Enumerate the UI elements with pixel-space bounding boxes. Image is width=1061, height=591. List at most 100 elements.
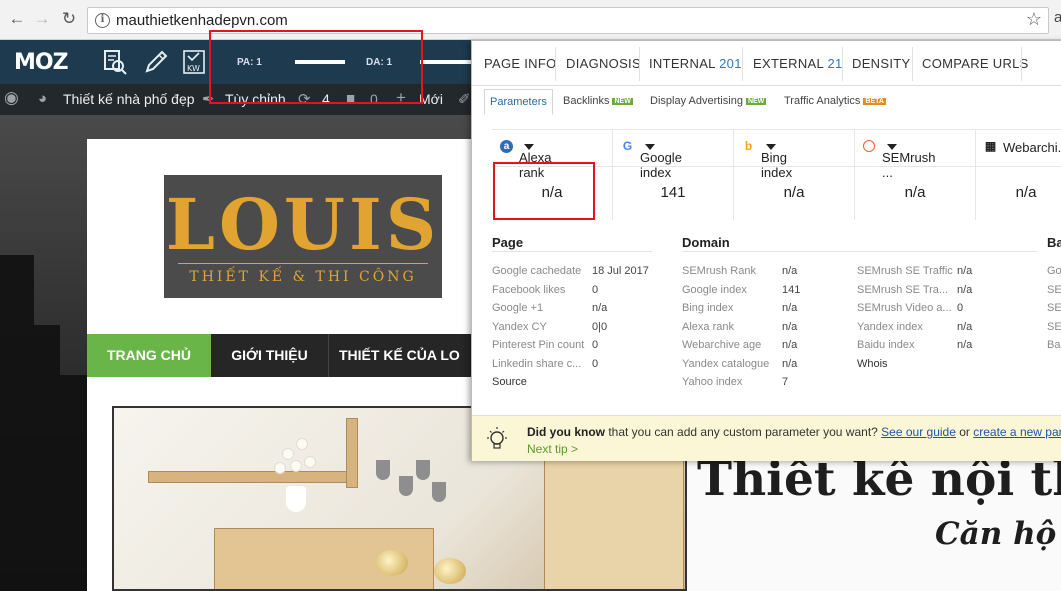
dashboard-icon[interactable]: ◕ bbox=[38, 90, 47, 107]
page-value: 0|0 bbox=[592, 321, 608, 333]
third-key: SEI bbox=[1047, 321, 1061, 333]
domain-key: Alexa rank bbox=[682, 321, 734, 333]
subtab-label: Traffic Analytics bbox=[784, 95, 861, 107]
alexa-icon: a bbox=[500, 140, 513, 153]
highlight-box-alexa bbox=[493, 162, 595, 220]
highlight-pencil-icon[interactable] bbox=[142, 48, 170, 76]
domain-key: Bing index bbox=[682, 302, 734, 314]
subtab-parameters[interactable]: Parameters bbox=[484, 89, 553, 115]
next-tip-link[interactable]: Next tip > bbox=[527, 442, 578, 456]
tab-count: 21 bbox=[827, 56, 843, 71]
reload-button[interactable]: ↻ bbox=[58, 8, 80, 30]
wordpress-icon[interactable]: ◉ bbox=[4, 88, 19, 108]
nav-home[interactable]: TRANG CHỦ bbox=[87, 334, 211, 377]
wp-site-name[interactable]: Thiết kế nhà phố đẹp bbox=[63, 91, 195, 107]
url-text[interactable]: mauthietkenhadepvn.com bbox=[116, 12, 288, 29]
tab-label: INTERNAL bbox=[649, 56, 716, 71]
tab-compare-urls[interactable]: COMPARE URLS bbox=[922, 56, 1029, 71]
tab-label: DENSITY bbox=[852, 56, 911, 71]
new-badge: NEW bbox=[745, 98, 767, 105]
moz-logo[interactable]: MOZ bbox=[14, 50, 69, 75]
metric-name: Webarchi. bbox=[1003, 140, 1061, 155]
back-button[interactable]: ← bbox=[6, 8, 28, 30]
domain-value: 7 bbox=[782, 376, 789, 388]
page-value: n/a bbox=[592, 302, 608, 314]
page-analysis-icon[interactable] bbox=[101, 48, 129, 76]
highlight-box-pa-da bbox=[209, 30, 423, 104]
keyword-icon[interactable]: KW bbox=[181, 48, 209, 76]
page-value: 18 Jul 2017 bbox=[592, 265, 649, 277]
metric-header-google[interactable]: G Google index bbox=[613, 130, 734, 180]
subtab-display-advertising[interactable]: Display Advertising NEW bbox=[650, 95, 767, 107]
create-parameter-link[interactable]: create a new parar bbox=[973, 425, 1061, 439]
bookmark-star-icon[interactable]: ☆ bbox=[1026, 9, 1042, 30]
site-logo[interactable]: LOUIS THIẾT KẾ & THI CÔNG bbox=[164, 175, 442, 298]
tip-text: Did you know that you can add any custom… bbox=[527, 425, 1061, 439]
bing-icon: b bbox=[744, 139, 753, 153]
nav-designs[interactable]: THIẾT KẾ CỦA LO bbox=[339, 334, 489, 377]
domain-key: Yandex catalogue bbox=[682, 358, 770, 370]
lightbulb-icon bbox=[484, 426, 510, 452]
third-key: Goo bbox=[1047, 265, 1061, 277]
metric-value-google: 141 bbox=[613, 166, 734, 220]
third-key: Bai bbox=[1047, 339, 1061, 351]
domain-value: 141 bbox=[782, 284, 801, 296]
domain-value: n/a bbox=[957, 284, 973, 296]
see-guide-link[interactable]: See our guide bbox=[881, 425, 956, 439]
domain-value: n/a bbox=[957, 321, 973, 333]
metric-header-alexa[interactable]: a Alexa rank bbox=[492, 130, 613, 180]
forward-button[interactable]: → bbox=[31, 8, 53, 30]
tip-bold: Did you know bbox=[527, 425, 605, 439]
tab-label: EXTERNAL bbox=[753, 56, 824, 71]
domain-key: SEMrush Video a... bbox=[857, 302, 952, 314]
page-key: Google +1 bbox=[492, 302, 544, 314]
tab-density[interactable]: DENSITY bbox=[852, 56, 910, 71]
metric-header-semrush[interactable]: SEMrush ... bbox=[855, 130, 976, 180]
tip-bar: Did you know that you can add any custom… bbox=[472, 415, 1061, 461]
logo-text: LOUIS bbox=[165, 183, 441, 266]
tab-diagnosis[interactable]: DIAGNOSIS bbox=[566, 56, 641, 71]
new-badge: NEW bbox=[612, 98, 633, 105]
domain-value: n/a bbox=[957, 339, 973, 351]
panel-sub-tabs: Parameters Backlinks NEW Display Advertis… bbox=[472, 86, 1061, 118]
tab-page-info[interactable]: PAGE INFO bbox=[484, 56, 557, 71]
webarchive-icon: ▦ bbox=[984, 139, 997, 153]
tab-internal[interactable]: INTERNAL 201 bbox=[649, 56, 742, 71]
source-link[interactable]: Source bbox=[492, 376, 527, 388]
edit-icon[interactable]: ✐ bbox=[458, 90, 471, 108]
page-key: Linkedin share c... bbox=[492, 358, 582, 370]
tab-label: COMPARE URLS bbox=[922, 56, 1029, 71]
subtab-backlinks[interactable]: Backlinks NEW bbox=[563, 95, 633, 107]
metric-value-semrush: n/a bbox=[855, 166, 976, 220]
domain-key: Yandex index bbox=[857, 321, 923, 333]
page-key: Google cachedate bbox=[492, 265, 582, 277]
site-subheadline: Căn hộ bbox=[935, 516, 1057, 552]
page-value: 0 bbox=[592, 339, 599, 351]
page-value: 0 bbox=[592, 358, 599, 370]
tab-external[interactable]: EXTERNAL 21 bbox=[753, 56, 843, 71]
section-third-title: Ba bbox=[1047, 235, 1061, 250]
domain-value: n/a bbox=[782, 321, 798, 333]
logo-subtitle: THIẾT KẾ & THI CÔNG bbox=[189, 269, 417, 285]
domain-key: SEMrush SE Traffic bbox=[857, 265, 953, 277]
subtab-label: Display Advertising bbox=[650, 95, 743, 107]
domain-key: Webarchive age bbox=[682, 339, 762, 351]
whois-link[interactable]: Whois bbox=[857, 358, 888, 370]
subtab-label: Parameters bbox=[490, 96, 547, 108]
domain-key: Google index bbox=[682, 284, 747, 296]
nav-about[interactable]: GIỚI THIỆU bbox=[211, 334, 329, 377]
page-key: Yandex CY bbox=[492, 321, 547, 333]
domain-value: n/a bbox=[782, 339, 798, 351]
domain-key: SEMrush Rank bbox=[682, 265, 756, 277]
google-icon: G bbox=[622, 139, 633, 153]
metric-value-webarchive: n/a bbox=[976, 166, 1061, 220]
domain-value: n/a bbox=[957, 265, 973, 277]
info-icon[interactable]: i bbox=[95, 13, 110, 28]
metric-header-bing[interactable]: b Bing index bbox=[734, 130, 855, 180]
mozbar-panel: PAGE INFO DIAGNOSIS INTERNAL 201 EXTERNA… bbox=[471, 40, 1061, 461]
subtab-traffic-analytics[interactable]: Traffic Analytics BETA bbox=[784, 95, 886, 107]
svg-text:KW: KW bbox=[187, 64, 200, 73]
panel-main-tabs: PAGE INFO DIAGNOSIS INTERNAL 201 EXTERNA… bbox=[472, 41, 1061, 86]
screen: ← → ↻ i mauthietkenhadepvn.com ☆ a MOZ K… bbox=[0, 0, 1061, 591]
metric-header-webarchive[interactable]: ▦ Webarchi. bbox=[976, 130, 1061, 166]
